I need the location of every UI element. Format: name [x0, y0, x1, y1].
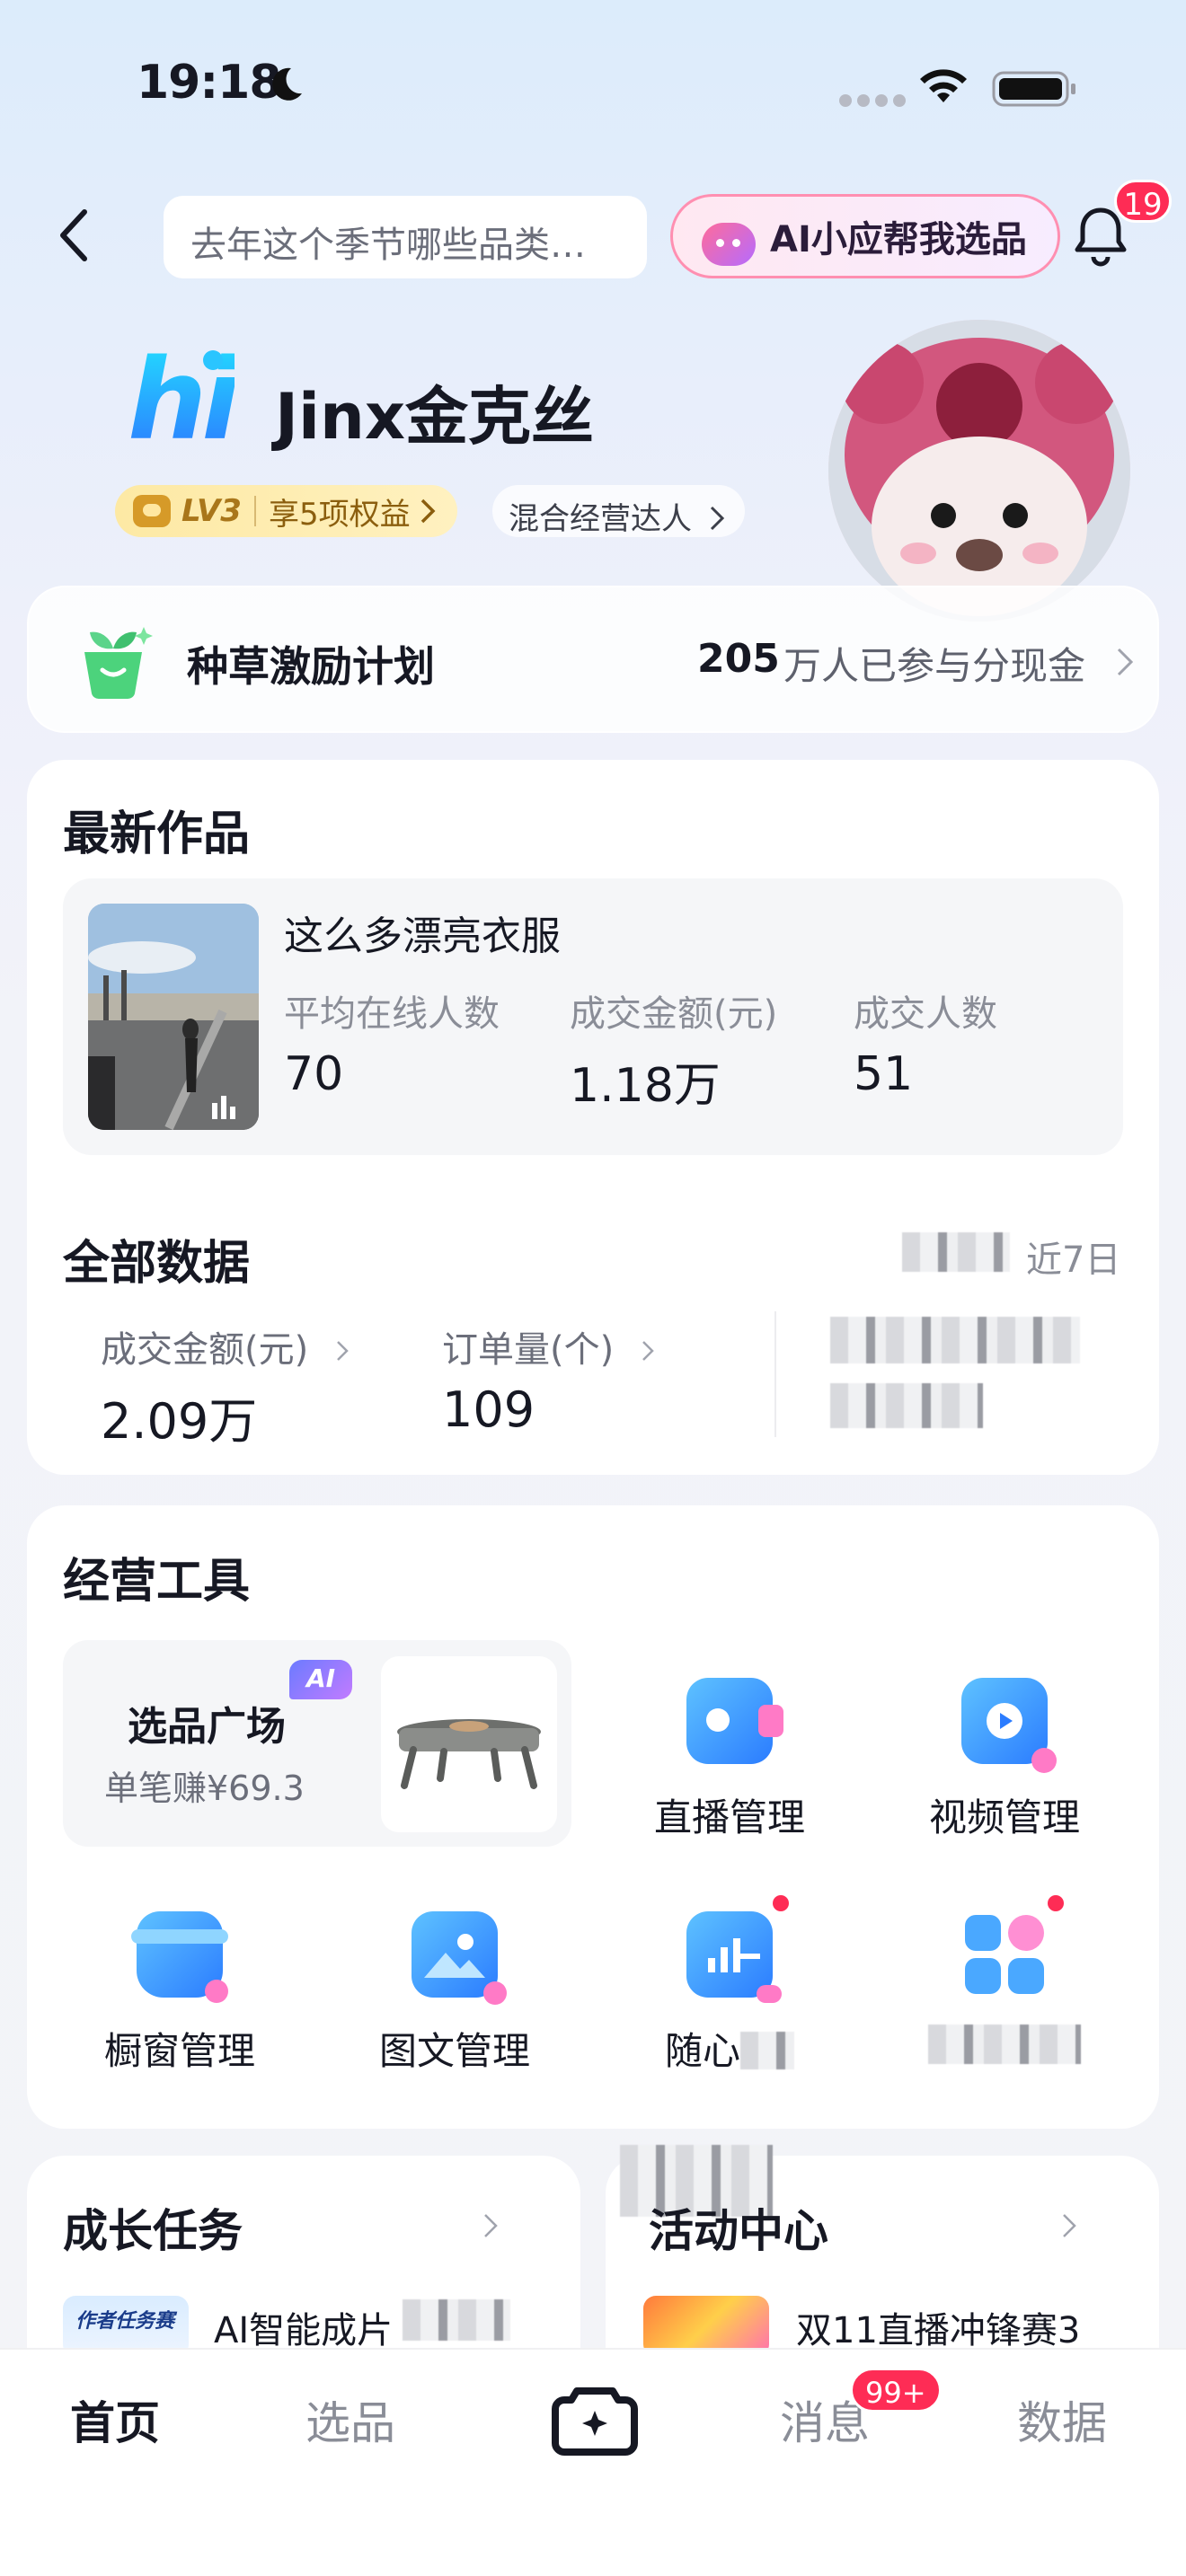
image-glyph	[424, 1934, 485, 1978]
activity-thumbnail	[643, 2296, 769, 2357]
message-badge: 99+	[850, 2368, 942, 2413]
metric-label: 平均在线人数	[284, 993, 500, 1035]
search-input[interactable]: 去年这个季节哪些品类…	[164, 196, 647, 278]
hi-logo-dot	[203, 350, 223, 370]
work-thumbnail-image	[88, 904, 259, 1130]
data-metric-label: 订单量(个)	[442, 1329, 615, 1371]
live-camera-icon	[686, 1678, 783, 1764]
incentive-banner[interactable]: 种草激励计划 205 万人已参与分现金	[27, 586, 1159, 733]
activity-row-text: 双11直播冲锋赛3	[796, 2310, 1081, 2351]
all-data-title: 全部数据	[63, 1237, 251, 1291]
tool-label: 直播管理	[653, 1795, 805, 1839]
merchant-tag-label: 混合经营达人	[509, 501, 692, 537]
video-play-icon	[961, 1678, 1057, 1773]
data-metric-value: 109	[442, 1381, 535, 1438]
data-metric-orders[interactable]: 订单量(个)	[442, 1320, 654, 1372]
market-product-image	[381, 1656, 557, 1832]
user-name: Jinx金克丝	[275, 380, 595, 454]
tool-label: 橱窗管理	[103, 2029, 255, 2073]
tool-showcase-manage[interactable]: 橱窗管理	[90, 1911, 270, 2076]
tab-products[interactable]: 选品	[305, 2387, 395, 2452]
chevron-right-icon	[1063, 2214, 1076, 2237]
growth-title: 成长任务	[63, 2205, 243, 2257]
tool-casual[interactable]: 随心	[640, 1911, 819, 2076]
data-metric-gmv[interactable]: 成交金额(元)	[101, 1320, 349, 1372]
product-image	[397, 1719, 541, 1789]
market-title: 选品广场	[128, 1704, 286, 1750]
ai-assistant-icon	[702, 223, 756, 266]
divider	[774, 1311, 776, 1437]
redacted-block	[740, 2032, 794, 2069]
tool-label: 图文管理	[378, 2029, 530, 2073]
level-crown-icon	[133, 495, 171, 527]
tool-label: 随心	[640, 2021, 819, 2076]
new-dot	[1048, 1895, 1064, 1911]
latest-works-title: 最新作品	[63, 807, 251, 861]
market-subtitle: 单笔赚¥69.3	[104, 1769, 305, 1808]
metric-label: 成交金额(元)	[570, 993, 778, 1035]
work-title: 这么多漂亮衣服	[284, 913, 561, 959]
sprout-cup-icon	[84, 627, 153, 700]
task-thumbnail: 作者任务赛	[63, 2296, 189, 2357]
tool-label-text: 随心	[664, 2029, 740, 2073]
metric-label: 成交人数	[854, 993, 997, 1035]
tab-home[interactable]: 首页	[70, 2387, 160, 2452]
tool-image-text-manage[interactable]: 图文管理	[365, 1911, 544, 2076]
cellular-signal-icon	[839, 93, 911, 110]
metric-value: 1.18万	[570, 1059, 721, 1113]
chevron-right-icon	[484, 2214, 498, 2237]
activity-title: 活动中心	[649, 2205, 828, 2257]
moon-icon	[272, 67, 302, 101]
level-divider	[253, 496, 256, 526]
data-metric-label: 成交金额(元)	[101, 1329, 309, 1371]
tab-data[interactable]: 数据	[1017, 2387, 1107, 2452]
image-icon	[412, 1911, 507, 2005]
metric-value: 70	[284, 1047, 344, 1101]
level-badge[interactable]: LV3 享5项权益	[115, 485, 457, 537]
new-dot	[773, 1895, 789, 1911]
tool-label: 视频管理	[928, 1795, 1080, 1839]
tools-title: 经营工具	[63, 1555, 251, 1609]
redacted-block	[403, 2299, 510, 2341]
benefits-text: 享5项权益	[268, 496, 411, 533]
redacted-block	[830, 1383, 983, 1428]
redacted-block	[928, 2025, 1081, 2064]
merchant-tag[interactable]: 混合经营达人	[492, 485, 745, 537]
tool-more[interactable]	[915, 1911, 1094, 2064]
chevron-right-icon	[642, 1341, 654, 1361]
date-range-selector[interactable]: 近7日	[1026, 1231, 1120, 1283]
tool-video-manage[interactable]: 视频管理	[915, 1678, 1094, 1842]
data-metric-value: 2.09万	[101, 1393, 258, 1450]
apps-grid-icon	[961, 1911, 1048, 1998]
ai-pick-label: AI小应帮我选品	[770, 219, 1027, 260]
incentive-count: 205	[697, 636, 780, 682]
chart-icon	[686, 1911, 782, 2003]
redacted-block	[902, 1232, 1010, 1272]
task-row-text: AI智能成片	[214, 2310, 394, 2351]
chevron-right-icon	[1117, 648, 1134, 676]
redacted-block	[830, 1317, 1080, 1363]
avatar[interactable]	[828, 320, 1130, 622]
level-text: LV3	[181, 493, 242, 529]
ai-tag: AI	[289, 1660, 352, 1699]
work-thumbnail[interactable]	[88, 904, 259, 1130]
status-time: 19:18	[137, 56, 282, 110]
incentive-title: 种草激励计划	[187, 642, 435, 691]
notification-badge: 19	[1114, 180, 1172, 223]
chevron-right-icon	[710, 506, 724, 531]
metric-value: 51	[854, 1047, 914, 1101]
tool-live-manage[interactable]: 直播管理	[640, 1678, 819, 1842]
incentive-desc: 万人已参与分现金	[783, 644, 1086, 688]
avatar-image	[828, 320, 1130, 622]
wifi-icon	[920, 69, 967, 102]
chevron-right-icon	[337, 1341, 349, 1361]
bars-glyph	[708, 1938, 760, 1972]
create-camera-icon[interactable]	[550, 2375, 640, 2465]
chevron-right-icon	[420, 498, 436, 524]
battery-icon	[992, 71, 1075, 107]
ai-pick-button[interactable]: AI小应帮我选品	[670, 194, 1060, 278]
showcase-icon	[131, 1911, 228, 2003]
back-icon[interactable]	[56, 207, 92, 264]
